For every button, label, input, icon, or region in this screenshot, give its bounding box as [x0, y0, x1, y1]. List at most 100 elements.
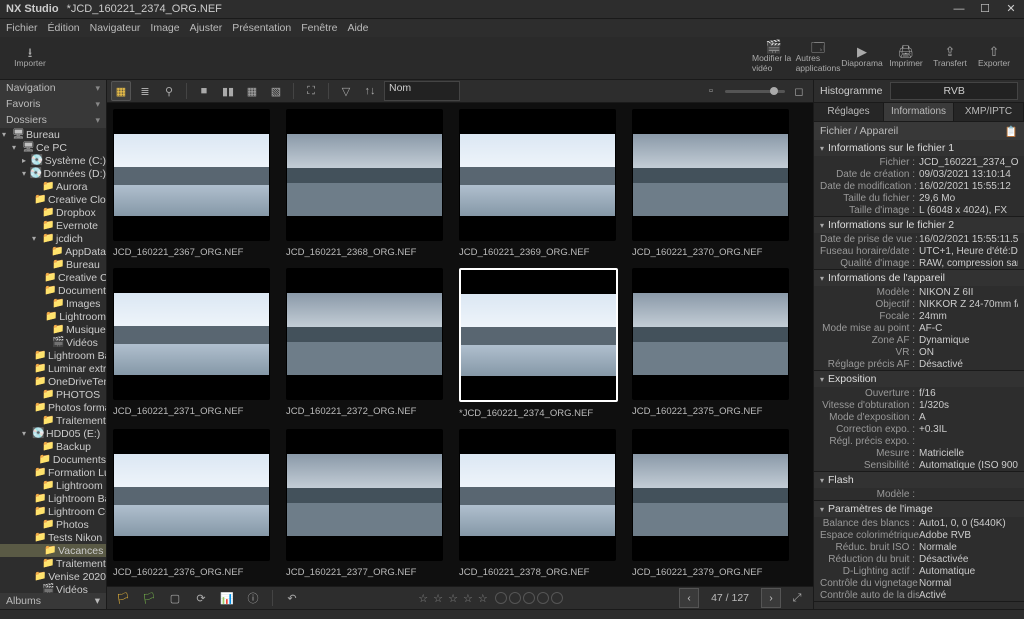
- window-maximize-icon[interactable]: ☐: [972, 0, 998, 18]
- crop-icon[interactable]: ▢: [165, 588, 185, 608]
- tree-node[interactable]: 📁Traitement: [0, 557, 106, 570]
- transfer-button[interactable]: ⇪Transfert: [928, 39, 972, 73]
- tree-node[interactable]: 📁Documents: [0, 284, 106, 297]
- next-button[interactable]: ›: [761, 588, 781, 608]
- tree-node[interactable]: ▾🖥Ce PC: [0, 141, 106, 154]
- loupe-view-icon[interactable]: ▧: [266, 81, 286, 101]
- flag-green-icon[interactable]: 🏳: [139, 588, 159, 608]
- thumbnail[interactable]: JCD_160221_2369_ORG.NEF: [459, 109, 614, 258]
- flag-yellow-icon[interactable]: 🏳: [113, 588, 133, 608]
- tree-node[interactable]: 📁Backup: [0, 440, 106, 453]
- thumbnail[interactable]: JCD_160221_2370_ORG.NEF: [632, 109, 787, 258]
- menu-fenêtre[interactable]: Fenêtre: [301, 22, 337, 34]
- tree-node[interactable]: 📁Photos: [0, 518, 106, 531]
- fullscreen-icon[interactable]: ⛶: [301, 81, 321, 101]
- tree-node[interactable]: 📁Traitement: [0, 414, 106, 427]
- print-button[interactable]: 🖨Imprimer: [884, 39, 928, 73]
- thumbnail[interactable]: JCD_160221_2377_ORG.NEF: [286, 429, 441, 578]
- menu-fichier[interactable]: Fichier: [6, 22, 38, 34]
- tree-node[interactable]: 📁Musique: [0, 323, 106, 336]
- tree-node[interactable]: 📁Vacances V: [0, 544, 106, 557]
- menu-navigateur[interactable]: Navigateur: [90, 22, 141, 34]
- tree-node[interactable]: 📁Tests Nikon N: [0, 531, 106, 544]
- tree-node[interactable]: 📁Lightroom: [0, 310, 106, 323]
- tab-informations[interactable]: Informations: [884, 103, 954, 121]
- export-button[interactable]: ⇧Exporter: [972, 39, 1016, 73]
- tree-node[interactable]: ▸💽Système (C:): [0, 154, 106, 167]
- menu-image[interactable]: Image: [150, 22, 179, 34]
- thumbnail[interactable]: JCD_160221_2375_ORG.NEF: [632, 268, 787, 419]
- compare-4-icon[interactable]: ▦: [242, 81, 262, 101]
- tree-node[interactable]: ▾💽Données (D:): [0, 167, 106, 180]
- tree-node[interactable]: 📁Evernote: [0, 219, 106, 232]
- tree-node[interactable]: 📁PHOTOS: [0, 388, 106, 401]
- clipboard-icon[interactable]: 📋: [1005, 125, 1018, 138]
- histogram-icon[interactable]: 📊: [217, 588, 237, 608]
- tree-node[interactable]: 📁Images: [0, 297, 106, 310]
- tree-node[interactable]: 📁Dropbox: [0, 206, 106, 219]
- thumbnail[interactable]: JCD_160221_2368_ORG.NEF: [286, 109, 441, 258]
- rating-stars[interactable]: ☆ ☆ ☆ ☆ ☆: [418, 592, 489, 605]
- tree-node[interactable]: 🎬Vidéos: [0, 336, 106, 349]
- thumbnail[interactable]: JCD_160221_2379_ORG.NEF: [632, 429, 787, 578]
- tree-node[interactable]: ▾📁jcdich: [0, 232, 106, 245]
- thumbnail[interactable]: JCD_160221_2376_ORG.NEF: [113, 429, 268, 578]
- tree-node[interactable]: 📁Creative Cl: [0, 271, 106, 284]
- window-minimize-icon[interactable]: —: [946, 0, 972, 18]
- tree-node[interactable]: 📁Formation Lum: [0, 466, 106, 479]
- tree-node[interactable]: 📁Lightroom Bac: [0, 349, 106, 362]
- prev-button[interactable]: ‹: [679, 588, 699, 608]
- meta-group-title[interactable]: ▾Exposition: [814, 371, 1024, 387]
- sort-asc-icon[interactable]: ↑↓: [360, 81, 380, 101]
- thumbnail[interactable]: JCD_160221_2367_ORG.NEF: [113, 109, 268, 258]
- filter-icon[interactable]: ▽: [336, 81, 356, 101]
- thumbnail[interactable]: JCD_160221_2371_ORG.NEF: [113, 268, 268, 419]
- compare-2-icon[interactable]: ▮▮: [218, 81, 238, 101]
- sort-select[interactable]: Nom: [384, 81, 460, 101]
- tab-réglages[interactable]: Réglages: [814, 103, 884, 121]
- tree-node[interactable]: ▾🖥Bureau: [0, 128, 106, 141]
- menu-édition[interactable]: Édition: [48, 22, 80, 34]
- tree-node[interactable]: 📁OneDriveTemp: [0, 375, 106, 388]
- tree-node[interactable]: 📁Lightroom Bac: [0, 492, 106, 505]
- info-icon[interactable]: ⓘ: [243, 588, 263, 608]
- folders-header[interactable]: Dossiers▾: [0, 112, 106, 128]
- modify-video-button[interactable]: 🎬Modifier la vidéo: [752, 39, 796, 73]
- map-pin-icon[interactable]: ⚲: [159, 81, 179, 101]
- undo-icon[interactable]: ↶: [282, 588, 302, 608]
- tree-node[interactable]: 📁Lightroom: [0, 479, 106, 492]
- menu-ajuster[interactable]: Ajuster: [190, 22, 223, 34]
- tree-node[interactable]: 📁AppData: [0, 245, 106, 258]
- menu-aide[interactable]: Aide: [347, 22, 368, 34]
- thumbnail-size-slider[interactable]: ▫ ◻: [701, 81, 809, 101]
- tree-node[interactable]: 📁Aurora: [0, 180, 106, 193]
- tree-node[interactable]: 📁Documents: [0, 453, 106, 466]
- color-label-dots[interactable]: [495, 592, 563, 604]
- menu-présentation[interactable]: Présentation: [232, 22, 291, 34]
- albums-header[interactable]: Albums▾: [0, 593, 106, 609]
- thumbnail[interactable]: *JCD_160221_2374_ORG.NEF: [459, 268, 614, 419]
- tree-node[interactable]: ▾💽HDD05 (E:): [0, 427, 106, 440]
- other-apps-button[interactable]: 🗔Autres applications: [796, 39, 840, 73]
- list-view-icon[interactable]: ≣: [135, 81, 155, 101]
- window-close-icon[interactable]: ✕: [998, 0, 1024, 18]
- tree-node[interactable]: 📁Bureau: [0, 258, 106, 271]
- meta-group-title[interactable]: ▾Flash: [814, 472, 1024, 488]
- thumbnail[interactable]: JCD_160221_2378_ORG.NEF: [459, 429, 614, 578]
- meta-group-title[interactable]: ▾Paramètres de l'image: [814, 501, 1024, 517]
- single-view-icon[interactable]: ■: [194, 81, 214, 101]
- expand-icon[interactable]: ⤢: [787, 588, 807, 608]
- import-button[interactable]: ⭳ Importer: [8, 39, 52, 73]
- navigation-header[interactable]: Navigation▾: [0, 80, 106, 96]
- tab-xmp/iptc[interactable]: XMP/IPTC: [954, 103, 1024, 121]
- meta-group-title[interactable]: ▾Informations sur le fichier 2: [814, 217, 1024, 233]
- meta-group-title[interactable]: ▾Informations sur le fichier 1: [814, 140, 1024, 156]
- favorites-header[interactable]: Favoris▾: [0, 96, 106, 112]
- tree-node[interactable]: 📁Creative Cloud: [0, 193, 106, 206]
- meta-group-title[interactable]: ▾Informations de l'appareil: [814, 270, 1024, 286]
- slideshow-button[interactable]: ▶Diaporama: [840, 39, 884, 73]
- tree-node[interactable]: 📁Venise 2020: [0, 570, 106, 583]
- tree-node[interactable]: 🎬Vidéos: [0, 583, 106, 593]
- colorspace-select[interactable]: RVB: [890, 82, 1018, 100]
- tree-node[interactable]: 📁Luminar extras: [0, 362, 106, 375]
